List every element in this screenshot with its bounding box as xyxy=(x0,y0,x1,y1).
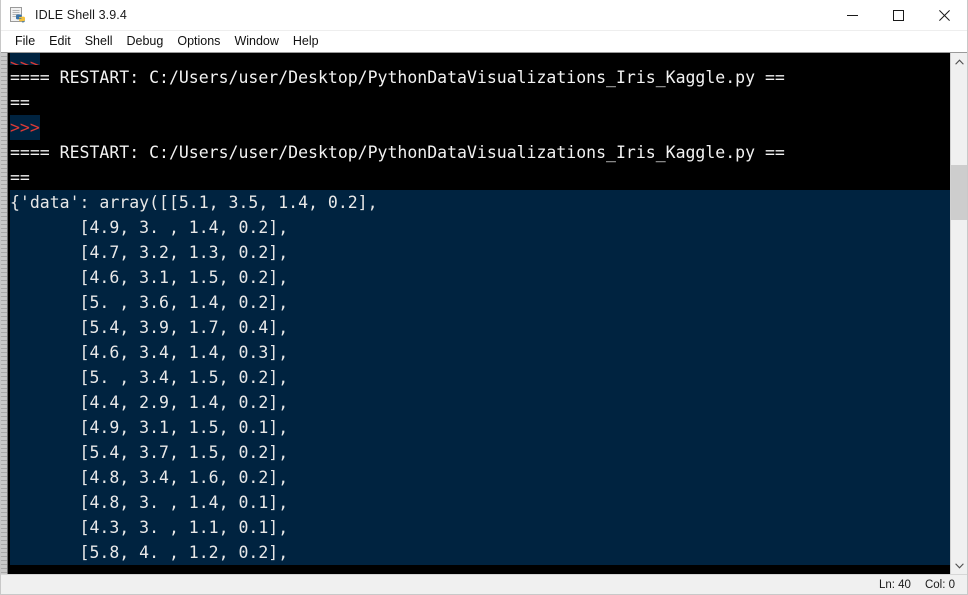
output-line: [5.4, 3.7, 1.5, 0.2], xyxy=(10,443,289,462)
menu-bar: File Edit Shell Debug Options Window Hel… xyxy=(1,31,967,52)
menu-item-file[interactable]: File xyxy=(8,31,42,52)
selected-output-block: {'data': array([[5.1, 3.5, 1.4, 0.2], [4… xyxy=(10,190,950,565)
menu-item-shell[interactable]: Shell xyxy=(78,31,120,52)
maximize-button[interactable] xyxy=(875,0,921,31)
chevron-up-icon xyxy=(954,58,964,65)
shell-output[interactable]: >>> ==== RESTART: C:/Users/user/Desktop/… xyxy=(8,53,950,574)
status-line-number: Ln: 40 xyxy=(878,578,911,591)
output-line: [4.6, 3.4, 1.4, 0.3], xyxy=(10,343,289,362)
console-area: >>> ==== RESTART: C:/Users/user/Desktop/… xyxy=(1,52,967,574)
shell-line-restart-2-cont: == xyxy=(10,165,950,190)
output-line: [5. , 3.4, 1.5, 0.2], xyxy=(10,368,289,387)
scroll-down-button[interactable] xyxy=(951,557,967,574)
scrollbar-thumb[interactable] xyxy=(951,165,967,220)
status-column-number: Col: 0 xyxy=(924,578,955,591)
console-gutter xyxy=(1,53,8,574)
maximize-icon xyxy=(892,9,904,21)
minimize-icon xyxy=(846,14,858,16)
output-line: [4.9, 3.1, 1.5, 0.1], xyxy=(10,418,289,437)
shell-line-restart-1-cont: == xyxy=(10,90,950,115)
idle-shell-window: IDLE Shell 3.9.4 File Edit Shell Debug O… xyxy=(0,0,968,595)
output-line: [4.8, 3.4, 1.6, 0.2], xyxy=(10,468,289,487)
output-line: [4.4, 2.9, 1.4, 0.2], xyxy=(10,393,289,412)
output-line: [5. , 3.6, 1.4, 0.2], xyxy=(10,293,289,312)
title-bar: IDLE Shell 3.9.4 xyxy=(1,0,967,31)
output-line-header: {'data': array([[5.1, 3.5, 1.4, 0.2], xyxy=(10,193,378,212)
shell-line-prompt-clipped: >>> xyxy=(10,53,950,65)
menu-item-edit[interactable]: Edit xyxy=(42,31,78,52)
window-controls xyxy=(829,0,967,31)
window-title: IDLE Shell 3.9.4 xyxy=(35,8,127,22)
restart-text-2: ==== RESTART: C:/Users/user/Desktop/Pyth… xyxy=(10,143,785,162)
output-line: [5.8, 4. , 1.2, 0.2], xyxy=(10,543,289,562)
shell-line-prompt: >>> xyxy=(10,115,950,140)
status-bar: Ln: 40 Col: 0 xyxy=(1,574,967,594)
close-icon xyxy=(938,9,950,21)
restart-text-2-cont: == xyxy=(10,168,30,187)
prompt-text-clipped: >>> xyxy=(10,53,40,65)
output-line: [4.6, 3.1, 1.5, 0.2], xyxy=(10,268,289,287)
shell-line-restart-2: ==== RESTART: C:/Users/user/Desktop/Pyth… xyxy=(10,140,950,165)
output-line: [4.9, 3. , 1.4, 0.2], xyxy=(10,218,289,237)
close-button[interactable] xyxy=(921,0,967,31)
scroll-up-button[interactable] xyxy=(951,53,967,70)
output-line: [4.3, 3. , 1.1, 0.1], xyxy=(10,518,289,537)
shell-line-restart-1: ==== RESTART: C:/Users/user/Desktop/Pyth… xyxy=(10,65,950,90)
vertical-scrollbar[interactable] xyxy=(950,53,967,574)
restart-text-1-cont: == xyxy=(10,93,30,112)
prompt-text: >>> xyxy=(10,115,40,140)
output-line: [4.8, 3. , 1.4, 0.1], xyxy=(10,493,289,512)
menu-item-window[interactable]: Window xyxy=(227,31,285,52)
output-line: [4.7, 3.2, 1.3, 0.2], xyxy=(10,243,289,262)
menu-item-options[interactable]: Options xyxy=(170,31,227,52)
menu-item-debug[interactable]: Debug xyxy=(120,31,171,52)
chevron-down-icon xyxy=(954,562,964,569)
restart-text-1: ==== RESTART: C:/Users/user/Desktop/Pyth… xyxy=(10,68,785,87)
output-line: [5.4, 3.9, 1.7, 0.4], xyxy=(10,318,289,337)
scrollbar-track[interactable] xyxy=(951,70,967,557)
menu-item-help[interactable]: Help xyxy=(286,31,326,52)
minimize-button[interactable] xyxy=(829,0,875,31)
output-rows: [4.9, 3. , 1.4, 0.2], [4.7, 3.2, 1.3, 0.… xyxy=(10,215,950,565)
python-file-icon xyxy=(10,6,27,24)
